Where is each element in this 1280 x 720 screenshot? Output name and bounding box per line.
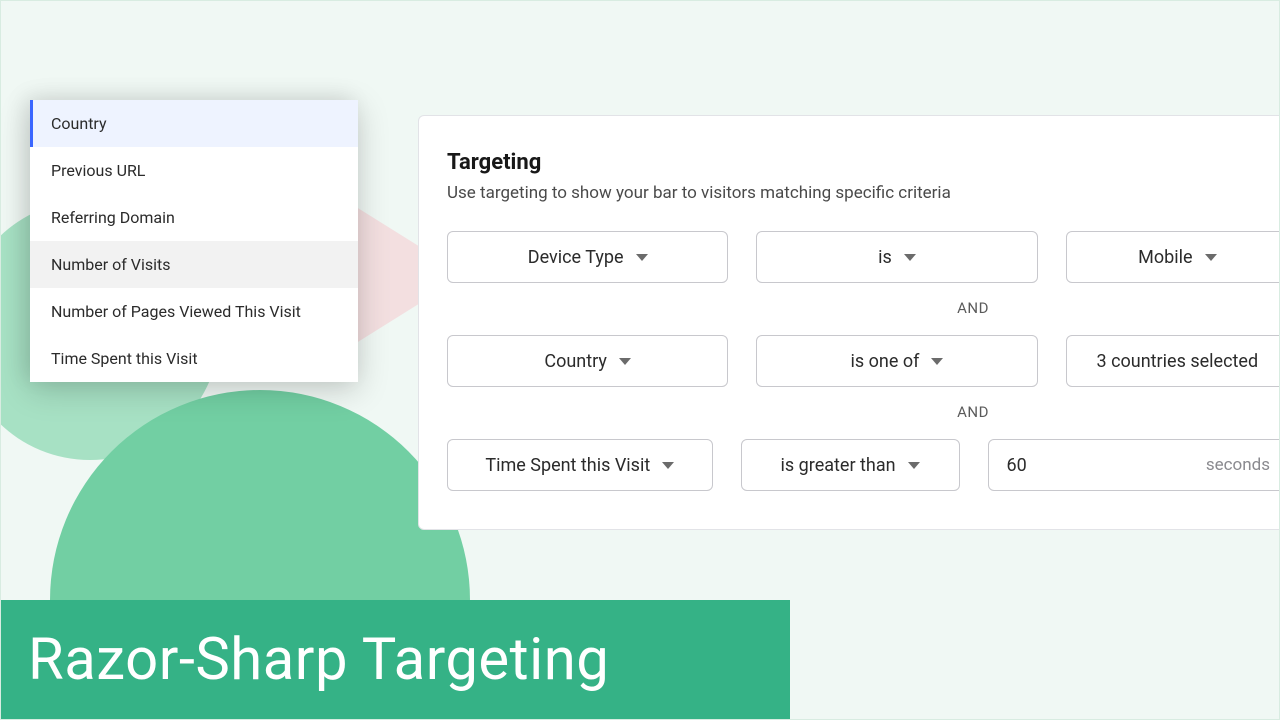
operator-select-is-one-of[interactable]: is one of xyxy=(756,335,1037,387)
operator-label: is greater than xyxy=(781,455,896,476)
operator-select-greater-than[interactable]: is greater than xyxy=(741,439,960,491)
chevron-down-icon xyxy=(904,254,916,261)
rule-row-3: Time Spent this Visit is greater than 60… xyxy=(447,439,1280,491)
field-label: Device Type xyxy=(528,247,624,268)
value-label: 3 countries selected xyxy=(1097,351,1259,372)
chevron-down-icon xyxy=(931,358,943,365)
field-select-time-spent[interactable]: Time Spent this Visit xyxy=(447,439,713,491)
dropdown-item-referring-domain[interactable]: Referring Domain xyxy=(30,194,358,241)
targeting-field-dropdown[interactable]: Country Previous URL Referring Domain Nu… xyxy=(30,100,358,382)
dropdown-item-country[interactable]: Country xyxy=(30,100,358,147)
and-connector: AND xyxy=(657,283,1280,335)
dropdown-item-previous-url[interactable]: Previous URL xyxy=(30,147,358,194)
input-value: 60 xyxy=(1007,455,1027,476)
targeting-panel: Targeting Use targeting to show your bar… xyxy=(418,115,1280,530)
chevron-down-icon xyxy=(662,462,674,469)
chevron-down-icon xyxy=(619,358,631,365)
and-connector: AND xyxy=(657,387,1280,439)
dropdown-item-pages-viewed[interactable]: Number of Pages Viewed This Visit xyxy=(30,288,358,335)
operator-select-is[interactable]: is xyxy=(756,231,1037,283)
field-label: Time Spent this Visit xyxy=(485,455,650,476)
value-select-mobile[interactable]: Mobile xyxy=(1066,231,1280,283)
rule-row-1: Device Type is Mobile xyxy=(447,231,1280,283)
value-input-wrap: 60 seconds xyxy=(988,439,1280,491)
dropdown-item-time-spent[interactable]: Time Spent this Visit xyxy=(30,335,358,382)
rule-row-2: Country is one of 3 countries selected xyxy=(447,335,1280,387)
dropdown-item-number-of-visits[interactable]: Number of Visits xyxy=(30,241,358,288)
panel-subtitle: Use targeting to show your bar to visito… xyxy=(447,183,1280,203)
field-select-country[interactable]: Country xyxy=(447,335,728,387)
value-select-countries[interactable]: 3 countries selected xyxy=(1066,335,1280,387)
banner-label: Razor-Sharp Targeting xyxy=(28,626,609,694)
input-unit: seconds xyxy=(1206,455,1270,475)
field-label: Country xyxy=(544,351,607,372)
operator-label: is one of xyxy=(851,351,920,372)
field-select-device-type[interactable]: Device Type xyxy=(447,231,728,283)
operator-label: is xyxy=(878,247,892,268)
value-input-seconds[interactable]: 60 seconds xyxy=(988,439,1280,491)
chevron-down-icon xyxy=(636,254,648,261)
promo-banner: Razor-Sharp Targeting xyxy=(0,600,790,720)
chevron-down-icon xyxy=(1205,254,1217,261)
panel-title: Targeting xyxy=(447,150,1280,175)
value-label: Mobile xyxy=(1138,247,1192,268)
chevron-down-icon xyxy=(908,462,920,469)
